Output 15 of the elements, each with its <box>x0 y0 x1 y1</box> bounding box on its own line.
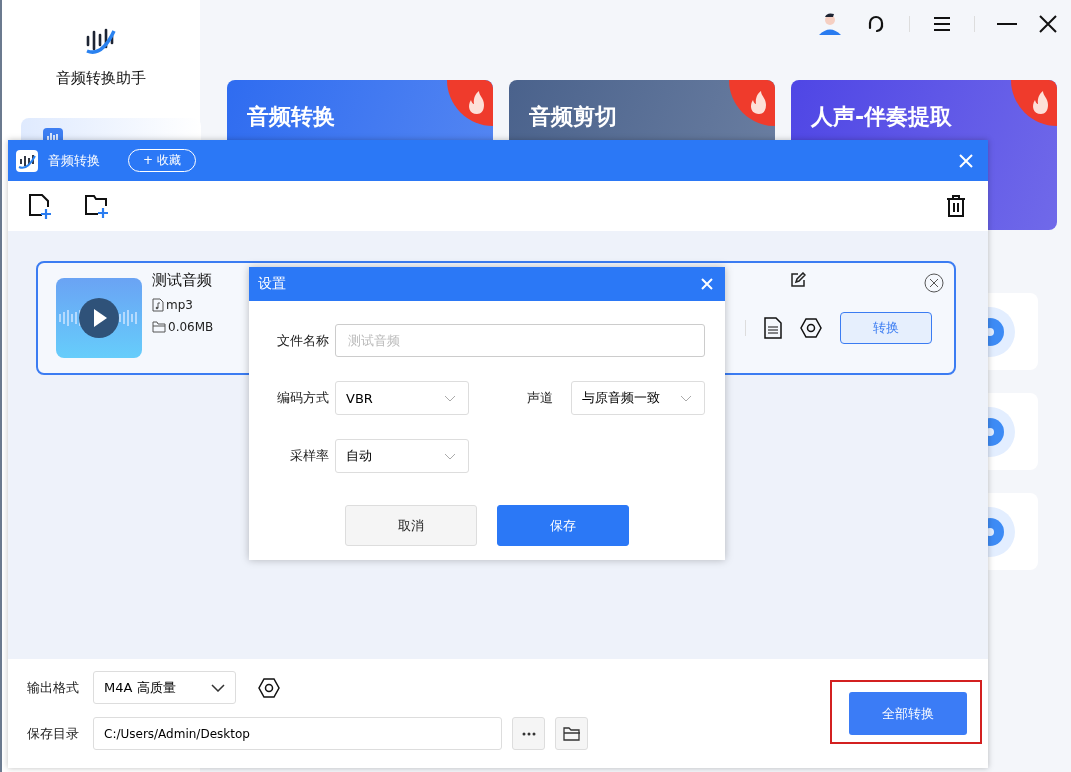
feature-title: 音频剪切 <box>529 103 617 131</box>
field-label: 编码方式 <box>276 389 330 407</box>
feature-title: 音频转换 <box>247 103 335 131</box>
file-name: 测试音频 <box>152 271 213 290</box>
field-label: 文件名称 <box>276 331 330 350</box>
field-label: 采样率 <box>289 447 330 465</box>
feature-title: 人声-伴奏提取 <box>811 103 953 131</box>
save-directory-label: 保存目录 <box>27 724 80 743</box>
window-title: 音频转换 <box>48 151 100 170</box>
field-label: 声道 <box>526 389 554 407</box>
file-size: 0.06MB <box>168 320 214 334</box>
dialog-title: 设置 <box>258 275 286 293</box>
output-format-label: 输出格式 <box>27 678 80 697</box>
app-name: 音频转换助手 <box>56 69 146 88</box>
file-format: mp3 <box>166 298 193 312</box>
